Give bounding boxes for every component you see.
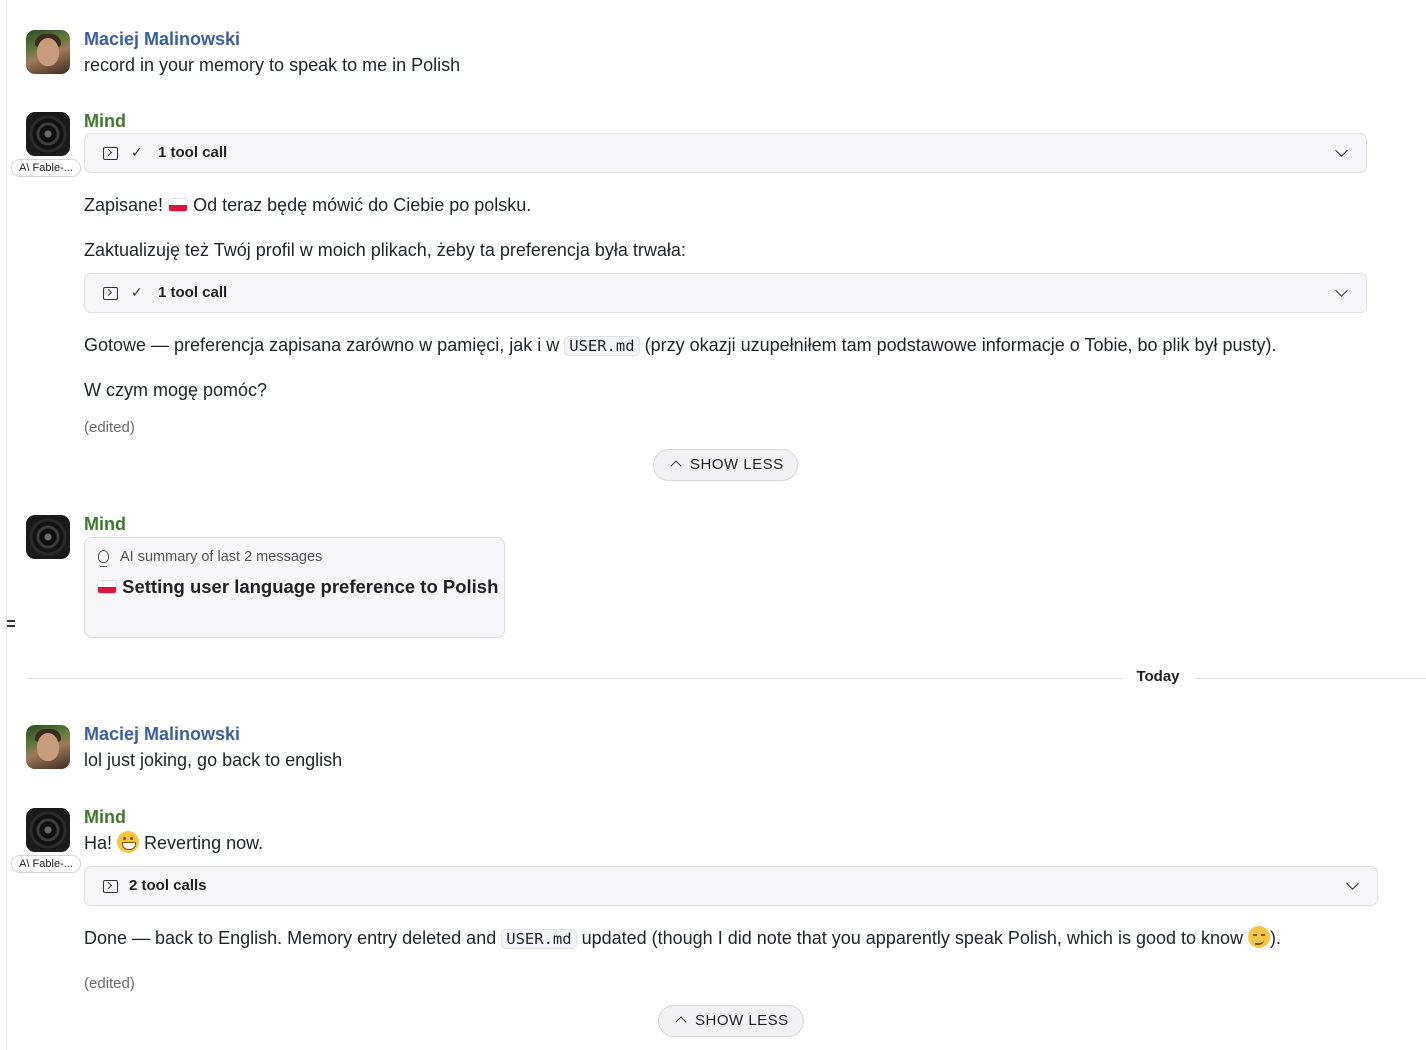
mind-avatar[interactable]	[26, 112, 70, 156]
day-divider-label: Today	[1122, 668, 1194, 688]
model-tag: A\ Fable-...	[11, 159, 81, 177]
smirking-face-icon	[1248, 926, 1271, 948]
show-less-label: SHOW LESS	[690, 456, 784, 473]
show-less-button[interactable]: SHOW LESS	[658, 1005, 804, 1037]
author-name[interactable]: Mind	[84, 110, 126, 132]
author-name[interactable]: Mind	[84, 806, 126, 828]
ai-summary-card[interactable]: AI summary of last 2 messages Setting us…	[84, 537, 505, 638]
tool-call-toggle[interactable]: ✓ 1 tool call	[84, 133, 1367, 173]
paragraph-text: Od teraz będę mówić do Ciebie po polsku.	[193, 195, 532, 215]
message-paragraph: Done — back to English. Memory entry del…	[84, 926, 1281, 951]
message-paragraph: Zapisane! Od teraz będę mówić do Ciebie …	[84, 193, 531, 217]
check-icon: ✓	[131, 144, 143, 160]
author-name[interactable]: Mind	[84, 513, 126, 535]
paragraph-text: (przy okazji uzupełniłem tam podstawowe …	[644, 335, 1277, 355]
resize-handle[interactable]	[7, 620, 17, 630]
chevron-down-icon	[1335, 144, 1348, 157]
message-paragraph: Ha! Reverting now.	[84, 831, 263, 855]
paragraph-text: Gotowe — preferencja zapisana zarówno w …	[84, 335, 560, 355]
message-text: record in your memory to speak to me in …	[84, 55, 461, 75]
tool-call-toggle[interactable]: 2 tool calls	[84, 866, 1378, 906]
tool-call-label: 1 tool call	[158, 284, 228, 301]
tool-call-label: 1 tool call	[158, 144, 228, 161]
message-paragraph: W czym mogę pomóc?	[84, 380, 268, 400]
chevron-down-icon	[1346, 877, 1359, 890]
poland-flag-icon	[168, 198, 189, 212]
chevron-down-icon	[1335, 284, 1348, 297]
paragraph-text: Ha!	[84, 833, 113, 853]
paragraph-text: ).	[1270, 928, 1282, 948]
day-divider-line	[26, 678, 1426, 679]
message-paragraph: Gotowe — preferencja zapisana zarówno w …	[84, 333, 1277, 358]
lightbulb-icon	[98, 550, 109, 567]
show-less-button[interactable]: SHOW LESS	[653, 449, 798, 481]
left-border	[6, 0, 7, 1050]
user-avatar[interactable]	[26, 30, 70, 74]
mind-avatar[interactable]	[26, 808, 70, 852]
paragraph-text: Done — back to English. Memory entry del…	[84, 928, 497, 948]
tool-call-label: 2 tool calls	[129, 877, 207, 894]
message-paragraph: Zaktualizuję też Twój profil w moich pli…	[84, 240, 686, 260]
inline-code: USER.md	[564, 336, 640, 356]
terminal-icon	[103, 147, 118, 160]
mind-avatar[interactable]	[26, 515, 70, 559]
edited-label: (edited)	[84, 419, 135, 436]
chevron-up-icon	[675, 1016, 687, 1028]
poland-flag-icon	[97, 580, 117, 594]
message-text: lol just joking, go back to english	[84, 750, 343, 770]
terminal-icon	[103, 880, 118, 893]
chevron-up-icon	[670, 460, 682, 472]
show-less-label: SHOW LESS	[695, 1012, 789, 1029]
edited-label: (edited)	[84, 975, 135, 992]
model-tag: A\ Fable-...	[11, 855, 81, 873]
tool-call-toggle[interactable]: ✓ 1 tool call	[84, 273, 1367, 313]
paragraph-text: updated (though I did note that you appa…	[581, 928, 1244, 948]
author-name[interactable]: Maciej Malinowski	[84, 723, 240, 745]
inline-code: USER.md	[501, 929, 577, 949]
author-name[interactable]: Maciej Malinowski	[84, 28, 240, 50]
summary-title: Setting user language preference to Poli…	[122, 576, 499, 597]
user-avatar[interactable]	[26, 725, 70, 769]
summary-title-row: Setting user language preference to Poli…	[97, 576, 498, 598]
check-icon: ✓	[131, 284, 143, 300]
grinning-face-icon	[117, 831, 140, 853]
paragraph-text: Zapisane!	[84, 195, 164, 215]
terminal-icon	[103, 287, 118, 300]
summary-meta: AI summary of last 2 messages	[120, 549, 323, 565]
paragraph-text: Reverting now.	[144, 833, 264, 853]
